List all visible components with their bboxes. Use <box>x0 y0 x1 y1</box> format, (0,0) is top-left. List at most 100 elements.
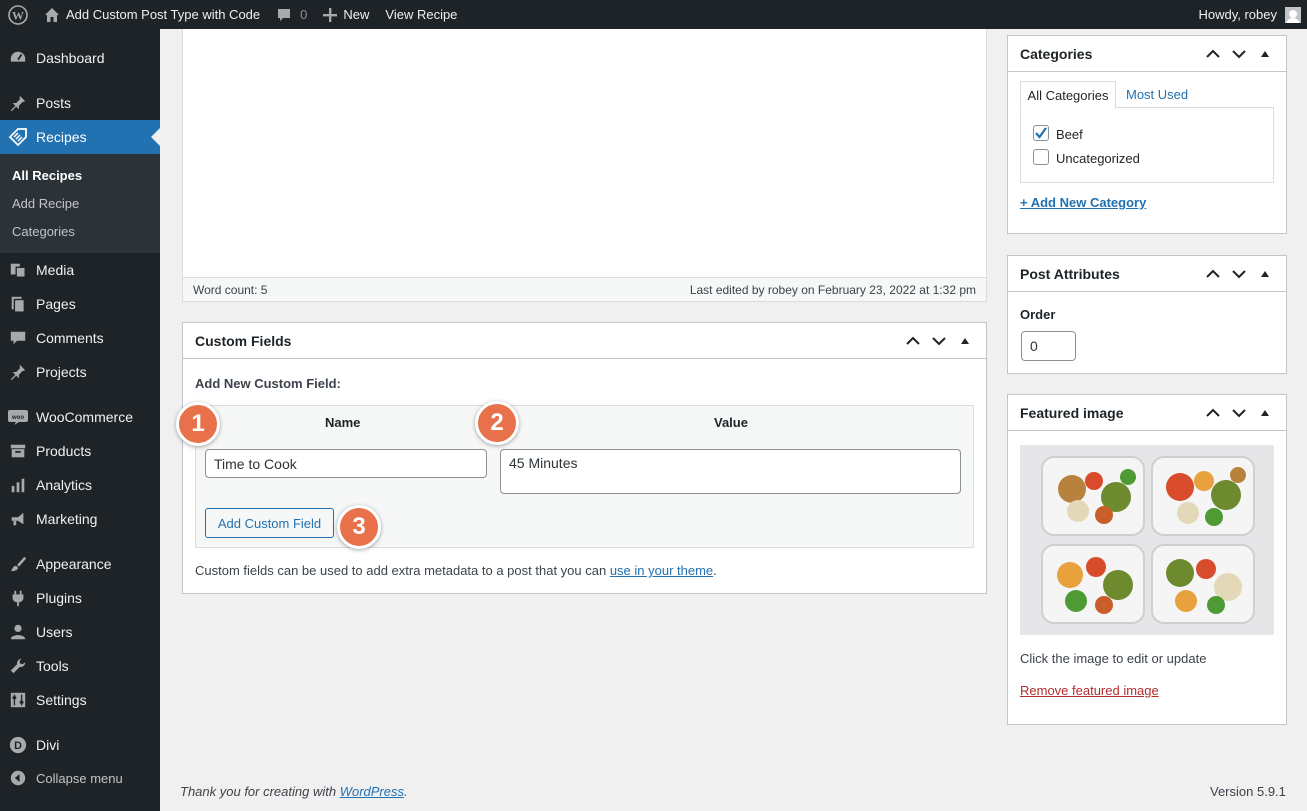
toggle-triangle-icon[interactable] <box>1256 45 1274 63</box>
sidebar-item-label: WooCommerce <box>36 409 133 425</box>
add-custom-field-button[interactable]: Add Custom Field <box>205 508 334 538</box>
sidebar-item-appearance[interactable]: Appearance <box>0 547 160 581</box>
category-label-beef: Beef <box>1056 127 1083 142</box>
post-attributes-box: Post Attributes Order 0 <box>1007 255 1287 374</box>
add-new-custom-field-label: Add New Custom Field: <box>195 376 341 391</box>
categories-header: Categories <box>1008 36 1286 72</box>
sidebar-item-users[interactable]: Users <box>0 615 160 649</box>
toggle-triangle-icon[interactable] <box>956 332 974 350</box>
featured-image-thumbnail[interactable] <box>1020 445 1274 635</box>
sidebar-item-label: Products <box>36 443 92 459</box>
custom-field-table: Name Value Time to Cook 45 Minutes Add C… <box>195 405 974 548</box>
sidebar-item-comments[interactable]: Comments <box>0 321 160 355</box>
editor-status-bar: Word count: 5 Last edited by robey on Fe… <box>183 277 986 301</box>
svg-text:W: W <box>12 8 24 22</box>
howdy-text: Howdy, robey <box>1198 7 1277 22</box>
step-badge-3: 3 <box>337 505 381 549</box>
toggle-triangle-icon[interactable] <box>1256 265 1274 283</box>
last-edited: Last edited by robey on February 23, 202… <box>689 282 976 297</box>
sidebar-item-label: Projects <box>36 364 87 380</box>
chevron-up-icon[interactable] <box>904 332 922 350</box>
tab-all-categories[interactable]: All Categories <box>1020 81 1116 109</box>
new-label: New <box>343 7 370 22</box>
chevron-up-icon[interactable] <box>1204 404 1222 422</box>
sidebar-item-products[interactable]: Products <box>0 434 160 468</box>
site-name-link[interactable]: Add Custom Post Type with Code <box>36 0 268 29</box>
sidebar-item-label: Plugins <box>36 590 82 606</box>
comments-count: 0 <box>300 7 308 22</box>
recipes-submenu: All Recipes Add Recipe Categories <box>0 154 160 253</box>
footer-thanks: Thank you for creating with WordPress. <box>180 784 408 799</box>
value-column-header: Value <box>714 415 748 430</box>
custom-field-name-input[interactable]: Time to Cook <box>205 449 487 478</box>
chevron-up-icon[interactable] <box>1204 265 1222 283</box>
sidebar-item-label: Marketing <box>36 511 98 527</box>
post-attributes-header: Post Attributes <box>1008 256 1286 292</box>
bar-chart-icon <box>0 476 36 494</box>
toggle-triangle-icon[interactable] <box>1256 404 1274 422</box>
help-suffix: . <box>713 563 717 578</box>
media-icon <box>0 261 36 279</box>
comment-icon <box>0 329 36 347</box>
sidebar-item-plugins[interactable]: Plugins <box>0 581 160 615</box>
featured-image-title: Featured image <box>1020 404 1124 421</box>
sidebar-item-label: Pages <box>36 296 76 312</box>
sidebar-item-marketing[interactable]: Marketing <box>0 502 160 536</box>
sidebar-item-label: Dashboard <box>36 50 105 66</box>
admin-menu: Dashboard Posts Recipes All Recipes Add … <box>0 29 160 811</box>
sidebar-item-projects[interactable]: Projects <box>0 355 160 389</box>
checkbox-uncategorized[interactable] <box>1033 149 1049 165</box>
custom-fields-help: Custom fields can be used to add extra m… <box>195 563 717 578</box>
comments-link[interactable]: 0 <box>268 0 315 29</box>
featured-image-header: Featured image <box>1008 395 1286 431</box>
chevron-down-icon[interactable] <box>1230 45 1248 63</box>
divi-icon: D <box>0 736 36 754</box>
brush-icon <box>0 555 36 573</box>
remove-featured-image-link[interactable]: Remove featured image <box>1020 683 1159 698</box>
post-editor[interactable]: Word count: 5 Last edited by robey on Fe… <box>182 29 987 302</box>
sidebar-item-analytics[interactable]: Analytics <box>0 468 160 502</box>
custom-fields-box: Custom Fields Add New Custom Field: Name… <box>182 322 987 594</box>
sidebar-item-label: Users <box>36 624 73 640</box>
custom-field-table-header: Name Value <box>196 406 973 439</box>
new-content-link[interactable]: New <box>315 0 377 29</box>
tab-most-used[interactable]: Most Used <box>1126 87 1188 102</box>
step-badge-2: 2 <box>475 401 519 445</box>
view-recipe-link[interactable]: View Recipe <box>377 0 465 29</box>
chevron-down-icon[interactable] <box>930 332 948 350</box>
sidebar-item-tools[interactable]: Tools <box>0 649 160 683</box>
comment-icon <box>276 7 292 23</box>
sidebar-item-posts[interactable]: Posts <box>0 86 160 120</box>
collapse-menu-button[interactable]: Collapse menu <box>0 761 160 795</box>
sidebar-item-divi[interactable]: D Divi <box>0 728 160 762</box>
plug-icon <box>0 589 36 607</box>
order-input[interactable]: 0 <box>1021 331 1076 361</box>
sidebar-item-settings[interactable]: Settings <box>0 683 160 717</box>
sidebar-item-woocommerce[interactable]: woo WooCommerce <box>0 400 160 434</box>
pin-icon <box>0 363 36 381</box>
megaphone-icon <box>0 510 36 528</box>
sidebar-item-pages[interactable]: Pages <box>0 287 160 321</box>
add-new-category-link[interactable]: + Add New Category <box>1020 195 1146 210</box>
sidebar-item-media[interactable]: Media <box>0 253 160 287</box>
woo-icon: woo <box>0 409 36 425</box>
chevron-down-icon[interactable] <box>1230 265 1248 283</box>
sidebar-item-dashboard[interactable]: Dashboard <box>0 41 160 75</box>
chevron-up-icon[interactable] <box>1204 45 1222 63</box>
footer-version: Version 5.9.1 <box>1210 784 1286 799</box>
wordpress-logo-icon[interactable]: W <box>0 0 36 29</box>
checkbox-beef[interactable] <box>1033 125 1049 141</box>
sidebar-item-recipes[interactable]: Recipes <box>0 120 160 154</box>
wordpress-link[interactable]: WordPress <box>340 784 404 799</box>
use-in-your-theme-link[interactable]: use in your theme <box>610 563 713 578</box>
submenu-all-recipes[interactable]: All Recipes <box>12 168 82 183</box>
footer-thanks-suffix: . <box>404 784 408 799</box>
wrench-icon <box>0 657 36 675</box>
chevron-down-icon[interactable] <box>1230 404 1248 422</box>
account-menu[interactable]: Howdy, robey <box>1190 0 1307 29</box>
name-column-header: Name <box>325 415 361 430</box>
sidebar-item-label: Collapse menu <box>36 770 123 786</box>
submenu-categories[interactable]: Categories <box>12 224 75 239</box>
submenu-add-recipe[interactable]: Add Recipe <box>12 196 79 211</box>
custom-field-value-textarea[interactable]: 45 Minutes <box>500 449 961 494</box>
